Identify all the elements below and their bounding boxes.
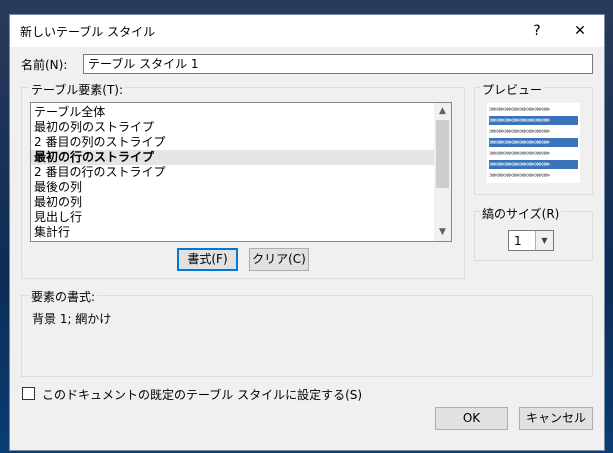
table-elements-label: テーブル要素(T): — [29, 81, 126, 98]
preview-row: ⋙⋙⋙⋙⋙⋙⋙⋙ — [489, 127, 578, 136]
element-format-value: 背景 1; 網かけ — [32, 312, 112, 326]
list-item[interactable]: 2 番目の行のストライプ — [31, 165, 434, 180]
stripe-size-label: 縞のサイズ(R) — [480, 205, 562, 222]
element-format-label: 要素の書式: — [29, 288, 98, 305]
name-input[interactable]: テーブル スタイル 1 — [83, 54, 593, 74]
table-style-preview: ⋙⋙⋙⋙⋙⋙⋙⋙ ⋙⋙⋙⋙⋙⋙⋙⋙ ⋙⋙⋙⋙⋙⋙⋙⋙ ⋙⋙⋙⋙⋙⋙⋙⋙ ⋙⋙⋙⋙… — [487, 103, 580, 183]
stripe-size-select[interactable]: 1 ▼ — [508, 230, 554, 251]
name-label: 名前(N): — [21, 58, 68, 72]
preview-row: ⋙⋙⋙⋙⋙⋙⋙⋙ — [489, 105, 578, 114]
element-format-group — [21, 295, 593, 377]
table-elements-items: テーブル全体 最初の列のストライプ 2 番目の列のストライプ 最初の行のストライ… — [31, 105, 434, 240]
chevron-down-icon[interactable]: ▼ — [535, 231, 553, 250]
list-scrollbar[interactable]: ▲ ▼ — [434, 103, 451, 241]
ok-button[interactable]: OK — [435, 407, 508, 430]
default-style-checkbox[interactable] — [22, 387, 35, 400]
preview-row: ⋙⋙⋙⋙⋙⋙⋙⋙ — [489, 171, 578, 180]
cancel-button[interactable]: キャンセル — [519, 407, 593, 430]
title-bar: 新しいテーブル スタイル ? ✕ — [10, 15, 604, 47]
scroll-thumb[interactable] — [436, 120, 449, 188]
new-table-style-dialog: 新しいテーブル スタイル ? ✕ 名前(N): テーブル スタイル 1 テーブル… — [9, 14, 605, 451]
preview-row-striped: ⋙⋙⋙⋙⋙⋙⋙⋙ — [489, 116, 578, 125]
default-style-checkbox-label[interactable]: このドキュメントの既定のテーブル スタイルに設定する(S) — [42, 386, 362, 403]
list-item[interactable]: 最後の列 — [31, 180, 434, 195]
preview-row-striped: ⋙⋙⋙⋙⋙⋙⋙⋙ — [489, 138, 578, 147]
clear-button[interactable]: クリア(C) — [249, 248, 309, 271]
scroll-down-icon[interactable]: ▼ — [434, 224, 451, 241]
list-item[interactable]: 最初の列のストライプ — [31, 120, 434, 135]
list-item[interactable]: 2 番目の列のストライプ — [31, 135, 434, 150]
list-item[interactable]: 集計行 — [31, 225, 434, 240]
list-item-selected[interactable]: 最初の行のストライプ — [31, 150, 434, 165]
list-item[interactable]: 見出し行 — [31, 210, 434, 225]
table-elements-list[interactable]: テーブル全体 最初の列のストライプ 2 番目の列のストライプ 最初の行のストライ… — [30, 102, 452, 242]
format-button[interactable]: 書式(F) — [177, 248, 238, 271]
list-item[interactable]: テーブル全体 — [31, 105, 434, 120]
stripe-size-value: 1 — [514, 234, 522, 248]
scroll-up-icon[interactable]: ▲ — [434, 103, 451, 120]
dialog-title: 新しいテーブル スタイル — [20, 25, 156, 39]
close-button[interactable]: ✕ — [560, 15, 600, 47]
preview-label: プレビュー — [480, 81, 545, 98]
preview-row: ⋙⋙⋙⋙⋙⋙⋙⋙ — [489, 149, 578, 158]
help-button[interactable]: ? — [517, 15, 557, 47]
list-item[interactable]: 最初の列 — [31, 195, 434, 210]
preview-row-striped: ⋙⋙⋙⋙⋙⋙⋙⋙ — [489, 160, 578, 169]
